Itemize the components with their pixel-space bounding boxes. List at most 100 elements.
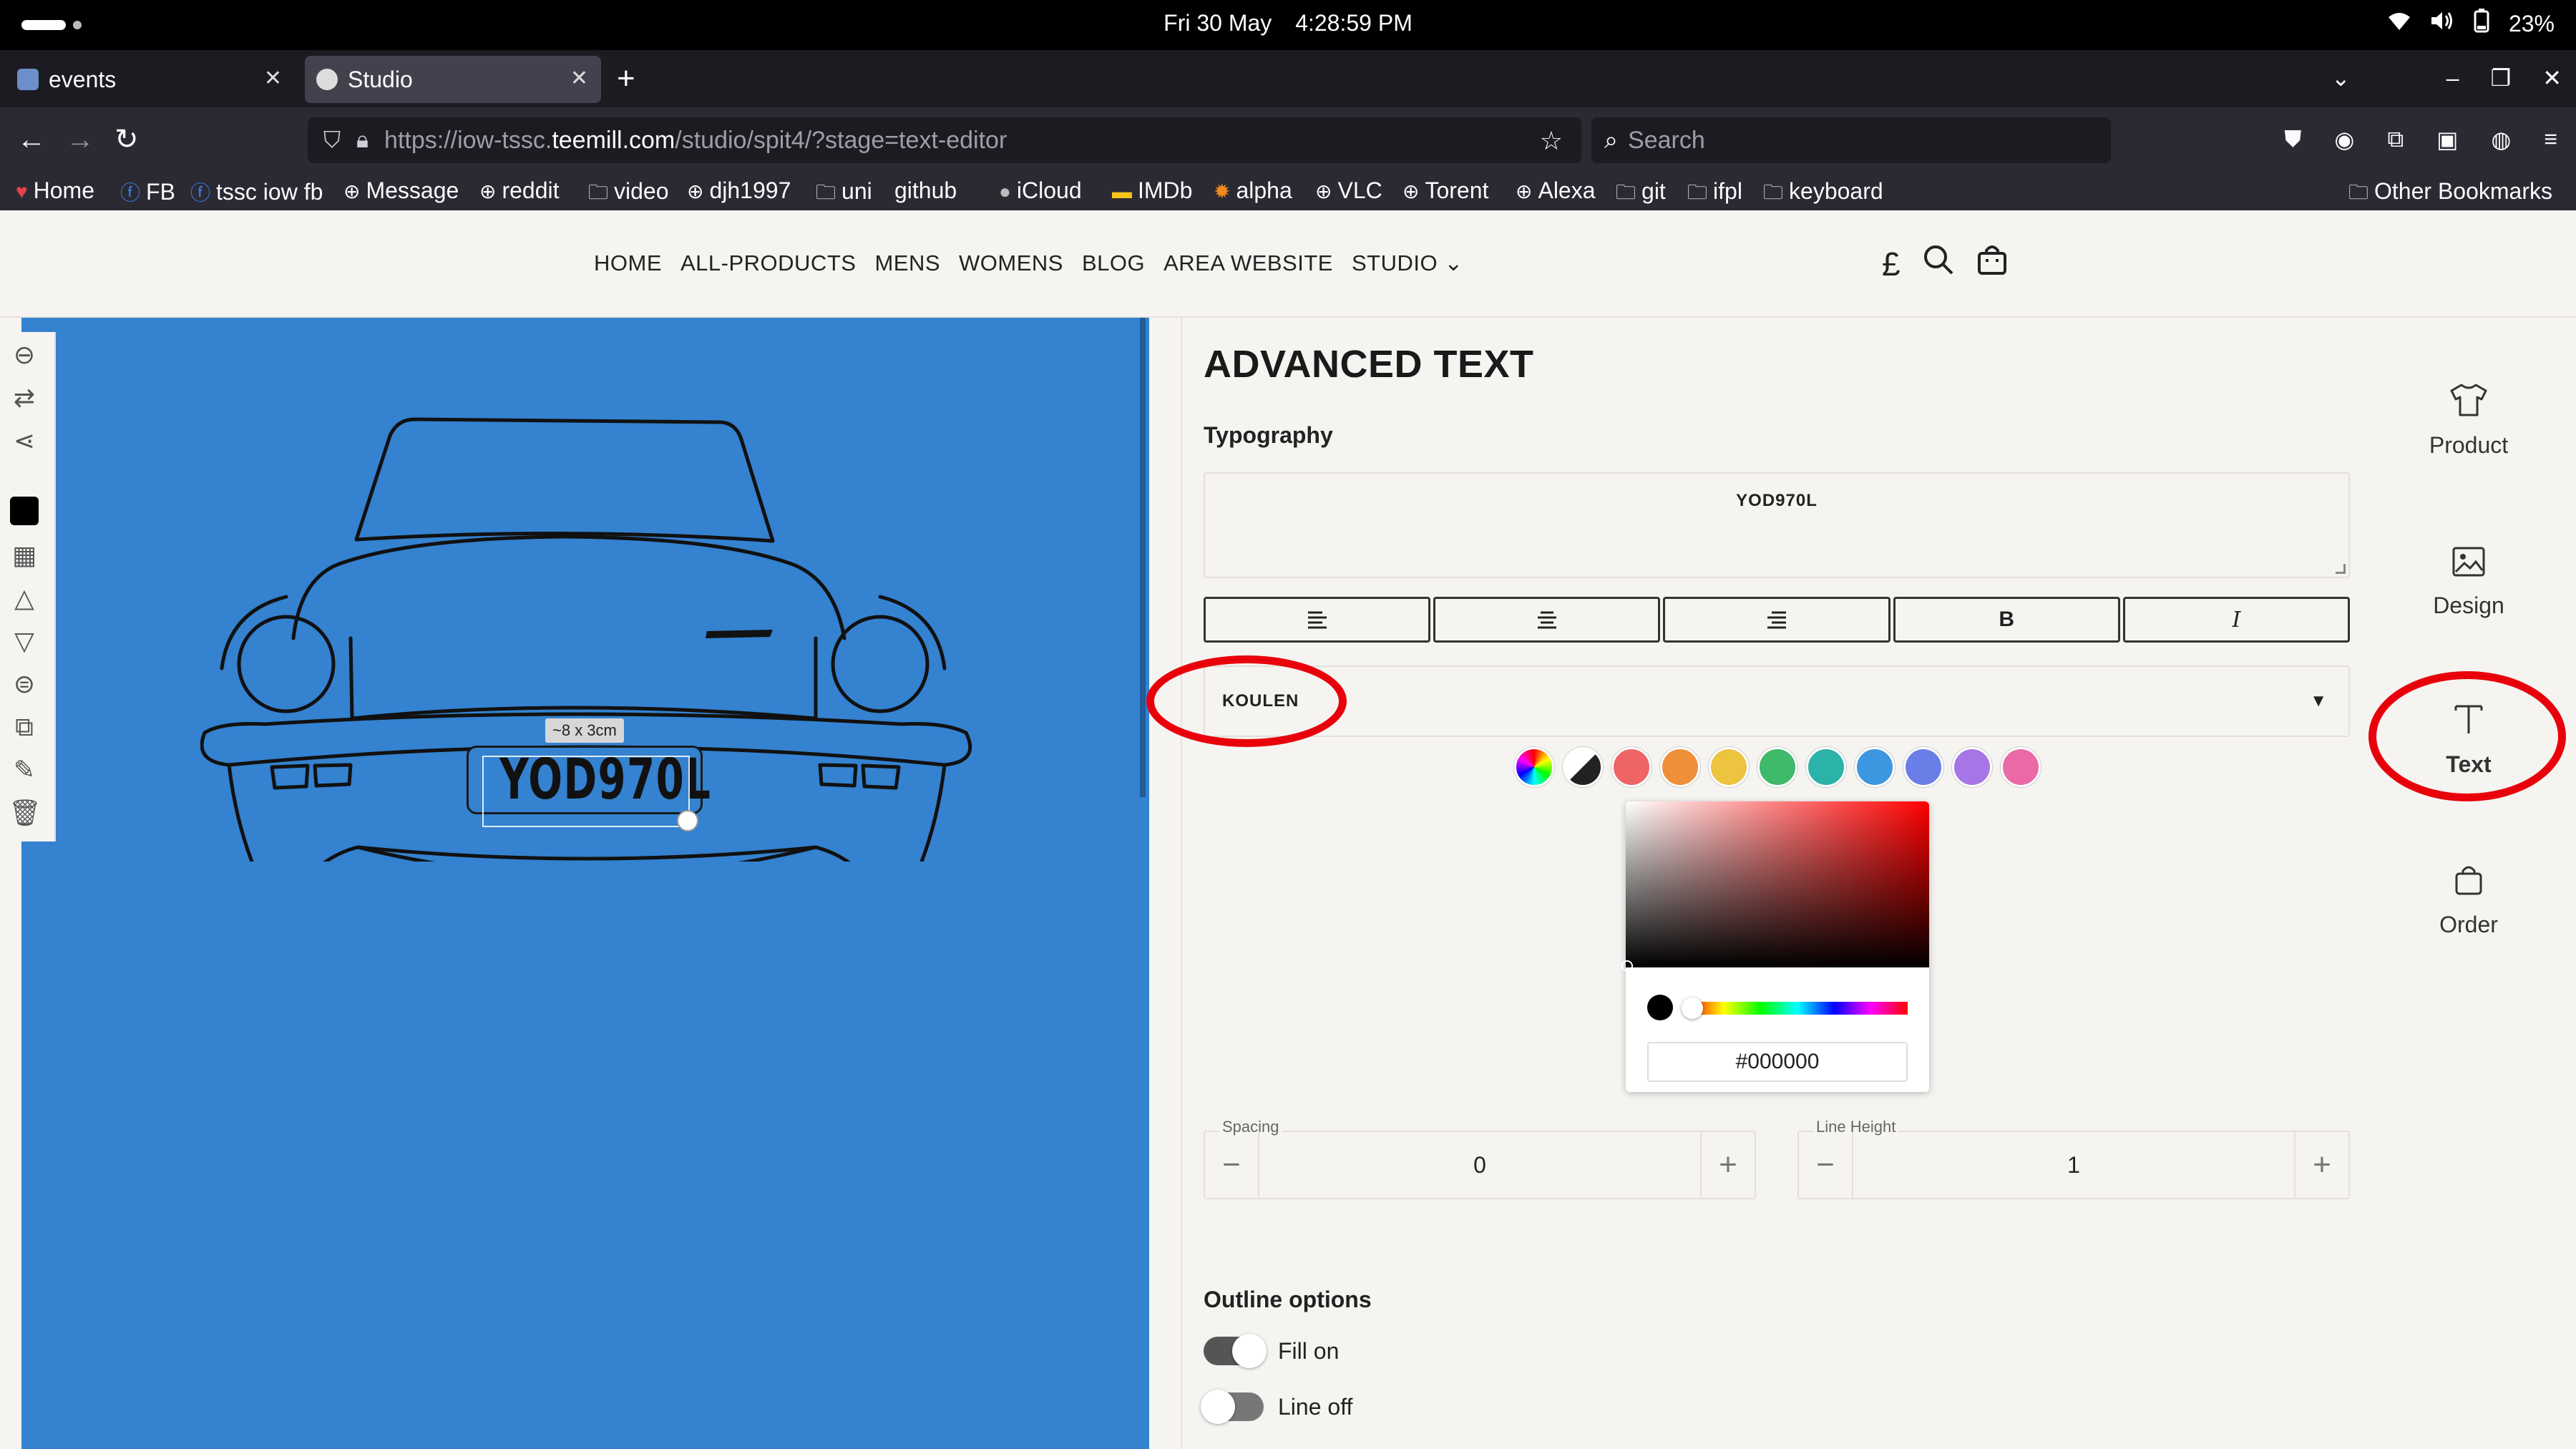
bookmark-imdb[interactable]: ▬ IMDb — [1112, 177, 1192, 204]
text-input[interactable]: YOD970L — [1204, 472, 2350, 578]
url-bar[interactable]: ⛉ 🔒︎ https://iow-tssc. teemill.com/studio… — [308, 117, 1581, 163]
color-swatch[interactable] — [2001, 747, 2041, 787]
grid-icon[interactable]: ▦ — [9, 540, 40, 571]
color-swatch[interactable] — [1709, 747, 1749, 787]
bookmark-message[interactable]: ⊕ Message — [343, 177, 459, 204]
cart-bag-icon[interactable] — [1976, 243, 2008, 284]
zoom-out-icon[interactable]: ⊖ — [9, 339, 40, 371]
tab-list-chevron-icon[interactable]: ⌄ — [2331, 64, 2351, 92]
custom-color-swatch[interactable] — [1514, 747, 1554, 787]
color-swatch[interactable] — [10, 497, 39, 525]
nav-area-website[interactable]: AREA WEBSITE — [1163, 250, 1333, 276]
selection-box[interactable] — [482, 756, 690, 827]
sync-icon[interactable]: ◍ — [2491, 126, 2511, 153]
search-icon[interactable] — [1922, 243, 1955, 284]
bookmark-star-icon[interactable]: ☆ — [1540, 126, 1563, 156]
back-arrow-icon[interactable]: ← — [17, 122, 46, 157]
forward-arrow-icon[interactable]: → — [66, 122, 94, 157]
restore-icon[interactable]: ❐ — [2491, 64, 2512, 92]
nav-mens[interactable]: MENS — [874, 250, 940, 276]
layer-up-icon[interactable]: △ — [9, 582, 40, 614]
align-left-button[interactable] — [1204, 597, 1431, 643]
nav-studio[interactable]: STUDIO ⌄ — [1352, 250, 1463, 276]
currency-icon[interactable]: £ — [1882, 245, 1901, 283]
color-swatch[interactable] — [1903, 747, 1943, 787]
bookmark-video[interactable]: 🗀︎ video — [588, 177, 669, 212]
align-right-button[interactable] — [1663, 597, 1890, 643]
bookmark-uni[interactable]: 🗀︎ uni — [816, 177, 872, 212]
nav-womens[interactable]: WOMENS — [959, 250, 1063, 276]
bookmark-fb[interactable]: ⓕ FB — [120, 177, 175, 206]
account-icon[interactable]: ◉ — [2334, 126, 2354, 153]
color-swatch[interactable] — [1952, 747, 1992, 787]
align-center-button[interactable] — [1433, 597, 1661, 643]
bookmark-tssc-iow-fb[interactable]: ⓕ tssc iow fb — [190, 177, 323, 206]
rail-text[interactable]: Text — [2361, 701, 2576, 778]
font-select[interactable]: KOULEN ▼ — [1204, 665, 2350, 737]
spacing-plus-button[interactable]: + — [1700, 1132, 1755, 1198]
align-center-icon[interactable]: ⊜ — [9, 668, 40, 700]
spacing-minus-button[interactable]: − — [1205, 1132, 1259, 1198]
lock-icon[interactable]: 🔒︎ — [356, 127, 369, 154]
line-toggle[interactable] — [1201, 1390, 1264, 1424]
bookmark-git[interactable]: 🗀︎ git — [1616, 177, 1666, 212]
pocket-icon[interactable]: ⛊ — [2284, 126, 2301, 153]
trash-icon[interactable]: 🗑︎ — [9, 797, 42, 829]
bookmark-alexa[interactable]: ⊕ Alexa — [1516, 177, 1596, 204]
bookmark-home[interactable]: ♥ Home — [16, 177, 94, 204]
minimize-icon[interactable]: – — [2446, 65, 2459, 92]
rail-order[interactable]: Order — [2361, 862, 2576, 938]
swap-product-icon[interactable]: ⇄ — [9, 382, 40, 414]
close-icon[interactable]: ✕ — [264, 66, 282, 91]
line-height-minus-button[interactable]: − — [1799, 1132, 1853, 1198]
bookmark-ifpl[interactable]: 🗀︎ ifpl — [1687, 177, 1742, 212]
bookmark-djh1997[interactable]: ⊕ djh1997 — [687, 177, 791, 204]
bookmark-reddit[interactable]: ⊕ reddit — [479, 177, 560, 204]
black-white-swatch[interactable] — [1563, 747, 1603, 787]
bookmark-vlc[interactable]: ⊕ VLC — [1315, 177, 1382, 204]
nav-home[interactable]: HOME — [594, 250, 662, 276]
search-bar[interactable]: ⌕ Search — [1591, 117, 2111, 163]
bookmark-torent[interactable]: ⊕ Torent — [1402, 177, 1488, 204]
extension-icon[interactable]: ▣ — [2436, 126, 2458, 153]
sv-cursor[interactable] — [1621, 960, 1633, 972]
close-window-icon[interactable]: ✕ — [2542, 64, 2562, 92]
resize-grip-icon[interactable] — [2336, 564, 2346, 574]
share-icon[interactable]: ⋖ — [9, 425, 40, 457]
italic-button[interactable]: I — [2122, 597, 2351, 643]
layer-down-icon[interactable]: ▽ — [9, 625, 40, 657]
hue-slider-knob[interactable] — [1682, 997, 1703, 1019]
color-swatch[interactable] — [1757, 747, 1797, 787]
menu-hamburger-icon[interactable]: ≡ — [2544, 126, 2557, 153]
spacing-value[interactable]: 0 — [1259, 1132, 1700, 1198]
resize-handle[interactable] — [677, 810, 698, 831]
fill-toggle[interactable] — [1204, 1334, 1267, 1368]
bookmark-keyboard[interactable]: 🗀︎ keyboard — [1763, 177, 1883, 212]
bookmark-icloud[interactable]: ● iCloud — [999, 177, 1082, 204]
other-bookmarks[interactable]: 🗀︎ Other Bookmarks — [2348, 177, 2552, 212]
tab-events[interactable]: events ✕ — [6, 56, 295, 103]
close-icon[interactable]: ✕ — [570, 66, 588, 91]
reload-icon[interactable]: ↻ — [114, 122, 139, 157]
saturation-value-area[interactable] — [1626, 801, 1929, 967]
color-swatch[interactable] — [1855, 747, 1895, 787]
new-tab-plus-icon[interactable]: + — [617, 63, 635, 94]
hue-slider[interactable] — [1687, 1002, 1908, 1015]
edit-pencil-icon[interactable]: ✎ — [9, 754, 40, 786]
tab-studio[interactable]: Studio ✕ — [305, 56, 601, 103]
nav-all-products[interactable]: ALL-PRODUCTS — [680, 250, 856, 276]
extensions-puzzle-icon[interactable]: ⧉ — [2387, 126, 2404, 153]
bookmark-alpha[interactable]: ✹ alpha — [1214, 177, 1292, 204]
system-tray[interactable]: 23% — [2387, 9, 2555, 39]
rail-product[interactable]: Product — [2361, 382, 2576, 459]
line-height-value[interactable]: 1 — [1853, 1132, 2294, 1198]
color-swatch[interactable] — [1660, 747, 1700, 787]
color-swatch[interactable] — [1611, 747, 1652, 787]
clock[interactable]: Fri 30 May 4:28:59 PM — [0, 10, 2576, 36]
bookmark-github[interactable]: github — [889, 177, 957, 204]
shield-icon[interactable]: ⛉ — [323, 127, 341, 154]
nav-blog[interactable]: BLOG — [1082, 250, 1145, 276]
hex-input[interactable]: #000000 — [1647, 1042, 1908, 1082]
color-swatch[interactable] — [1806, 747, 1846, 787]
duplicate-icon[interactable]: ⧉ — [9, 711, 40, 743]
